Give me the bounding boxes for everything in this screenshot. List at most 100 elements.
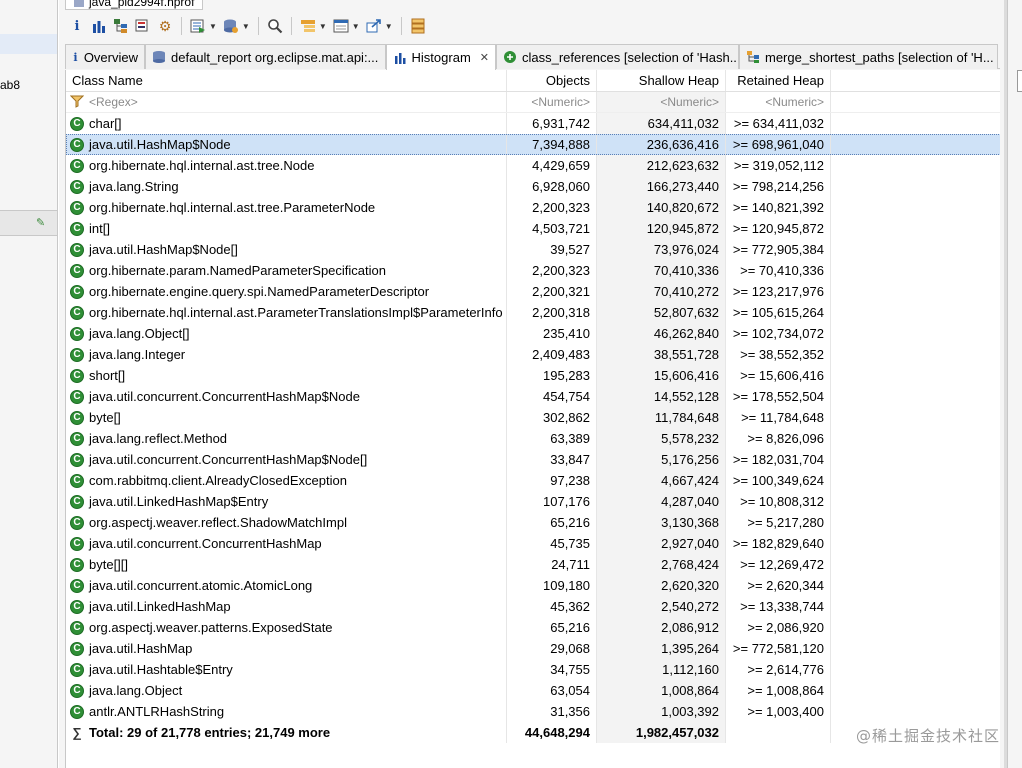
info-button[interactable]: i [67,15,87,37]
table-row[interactable]: Corg.aspectj.weaver.reflect.ShadowMatchI… [66,512,1000,533]
table-row[interactable]: Cjava.util.concurrent.ConcurrentHashMap$… [66,386,1000,407]
left-panel-selected-item[interactable] [0,34,57,54]
table-row[interactable]: Cjava.util.HashMap$Node 7,394,888 236,636,… [66,134,1000,155]
objects-cell: 31,356 [507,701,597,722]
settings-button[interactable]: ⚙ [155,15,175,37]
table-row[interactable]: Cjava.util.Hashtable$Entry 34,755 1,112,16… [66,659,1000,680]
class-name: com.rabbitmq.client.AlreadyClosedExcepti… [89,473,347,488]
column-header-objects[interactable]: Objects [507,70,597,91]
columns-button[interactable] [408,15,428,37]
class-name-cell: Cjava.lang.String [66,176,507,197]
table-row[interactable]: Cjava.util.LinkedHashMap$Entry 107,176 4,2… [66,491,1000,512]
objects-filter-input[interactable]: <Numeric> [507,92,597,112]
right-panel-box[interactable] [1017,70,1022,92]
table-row[interactable]: Cjava.util.HashMap 29,068 1,395,264 >= 772,… [66,638,1000,659]
table-row[interactable]: Cjava.lang.Object 63,054 1,008,864 >= 1,008… [66,680,1000,701]
table-row[interactable]: Corg.hibernate.engine.query.spi.NamedPar… [66,281,1000,302]
table-row[interactable]: Corg.hibernate.hql.internal.ast.Paramete… [66,302,1000,323]
retained-heap-cell: >= 772,581,120 [726,638,831,659]
class-name-cell: Corg.hibernate.hql.internal.ast.tree.Nod… [66,155,507,176]
table-row[interactable]: Corg.hibernate.hql.internal.ast.tree.Nod… [66,155,1000,176]
total-shallow-heap: 1,982,457,032 [597,722,726,743]
class-icon: C [70,263,84,278]
table-row[interactable]: Cantlr.ANTLRHashString 31,356 1,003,392 >= … [66,701,1000,722]
shallow-heap-cell: 2,927,040 [597,533,726,554]
table-row[interactable]: Corg.hibernate.param.NamedParameterSpeci… [66,260,1000,281]
tab-class-references[interactable]: class_references [selection of 'Hash... [496,44,739,69]
regex-filter-cell[interactable]: <Regex> [66,92,507,112]
shallow-heap-cell: 236,636,416 [597,134,726,155]
class-name: java.lang.Integer [89,347,186,362]
table-row[interactable]: Cchar[] 6,931,742 634,411,032 >= 634,411,03… [66,113,1000,134]
retained-filter-input[interactable]: <Numeric> [726,92,831,112]
dominator-tree-icon [113,18,129,34]
table-row[interactable]: Cbyte[] 302,862 11,784,648 >= 11,784,648 [66,407,1000,428]
class-icon: C [70,431,84,446]
table-row[interactable]: Ccom.rabbitmq.client.AlreadyClosedExcept… [66,470,1000,491]
class-icon: C [70,683,84,698]
search-button[interactable] [265,15,285,37]
table-row[interactable]: Cjava.lang.Object[] 235,410 46,262,840 >= 1… [66,323,1000,344]
total-retained-heap [726,722,831,743]
table-row[interactable]: Cjava.lang.Integer 2,409,483 38,551,728 >= … [66,344,1000,365]
class-name-cell: Cjava.lang.reflect.Method [66,428,507,449]
pin-icon[interactable]: ✎ [36,216,45,229]
table-row[interactable]: Cjava.util.HashMap$Node[] 39,527 73,976,02… [66,239,1000,260]
table-row[interactable]: Cbyte[][] 24,711 2,768,424 >= 12,269,472 [66,554,1000,575]
class-icon: C [70,200,84,215]
retained-heap-cell: >= 798,214,256 [726,176,831,197]
class-name: java.util.concurrent.ConcurrentHashMap$N… [89,452,368,467]
objects-cell: 63,389 [507,428,597,449]
retained-heap-cell: >= 772,905,384 [726,239,831,260]
retained-heap-cell: >= 319,052,112 [726,155,831,176]
total-objects: 44,648,294 [507,722,597,743]
editor-tab-file[interactable]: java_pid2994f.hprof [65,0,204,10]
table-row[interactable]: Cjava.util.concurrent.ConcurrentHashMap$… [66,449,1000,470]
histogram-button[interactable] [89,15,109,37]
editor-tabs: i Overview default_report org.eclipse.ma… [65,44,1000,70]
tab-merge-shortest-paths[interactable]: merge_shortest_paths [selection of 'H... [739,44,998,69]
class-name-cell: Ccom.rabbitmq.client.AlreadyClosedExcept… [66,470,507,491]
class-icon: C [70,452,84,467]
class-icon: C [70,662,84,677]
tab-default-report[interactable]: default_report org.eclipse.mat.api:... [145,44,386,69]
run-report-button[interactable]: ▼ [188,15,219,37]
regex-filter-input[interactable]: <Regex> [89,95,138,109]
class-icon: C [70,641,84,656]
class-icon: C [70,137,84,152]
objects-cell: 33,847 [507,449,597,470]
table-row[interactable]: Cjava.util.concurrent.atomic.AtomicLong 1… [66,575,1000,596]
group-button[interactable]: ▼ [298,15,329,37]
tab-label: default_report org.eclipse.mat.api:... [171,49,379,65]
table-row[interactable]: Cint[] 4,503,721 120,945,872 >= 120,945,872 [66,218,1000,239]
table-row[interactable]: Cjava.lang.String 6,928,060 166,273,440 >= … [66,176,1000,197]
table-row[interactable]: Corg.hibernate.hql.internal.ast.tree.Par… [66,197,1000,218]
tab-histogram[interactable]: Histogram ✕ [386,44,496,70]
table-row[interactable]: Cshort[] 195,283 15,606,416 >= 15,606,416 [66,365,1000,386]
class-icon: C [70,116,84,131]
table-row[interactable]: Cjava.util.LinkedHashMap 45,362 2,540,272 >… [66,596,1000,617]
class-name: org.hibernate.hql.internal.ast.tree.Node [89,158,315,173]
tab-label: merge_shortest_paths [selection of 'H... [765,49,994,65]
query-button[interactable] [133,15,153,37]
heap-dump-button[interactable]: ▼ [221,15,252,37]
class-name: java.util.Hashtable$Entry [89,662,233,677]
retained-heap-cell: >= 12,269,472 [726,554,831,575]
column-header-shallow-heap[interactable]: Shallow Heap [597,70,726,91]
close-icon[interactable]: ✕ [480,51,489,64]
calculate-button[interactable]: ▼ [331,15,362,37]
table-row[interactable]: Cjava.lang.reflect.Method 63,389 5,578,232… [66,428,1000,449]
class-name: byte[] [89,410,121,425]
class-icon: C [70,410,84,425]
table-row[interactable]: Corg.aspectj.weaver.patterns.ExposedStat… [66,617,1000,638]
column-header-retained-heap[interactable]: Retained Heap [726,70,831,91]
shallow-filter-input[interactable]: <Numeric> [597,92,726,112]
objects-cell: 6,931,742 [507,113,597,134]
column-header-class-name[interactable]: Class Name [66,70,507,91]
dominator-tree-button[interactable] [111,15,131,37]
retained-heap-cell: >= 698,961,040 [726,134,831,155]
table-row[interactable]: Cjava.util.concurrent.ConcurrentHashMap 4… [66,533,1000,554]
tab-overview[interactable]: i Overview [65,44,145,69]
class-name-cell: Cjava.util.HashMap$Node [66,134,507,155]
export-button[interactable]: ▼ [364,15,395,37]
